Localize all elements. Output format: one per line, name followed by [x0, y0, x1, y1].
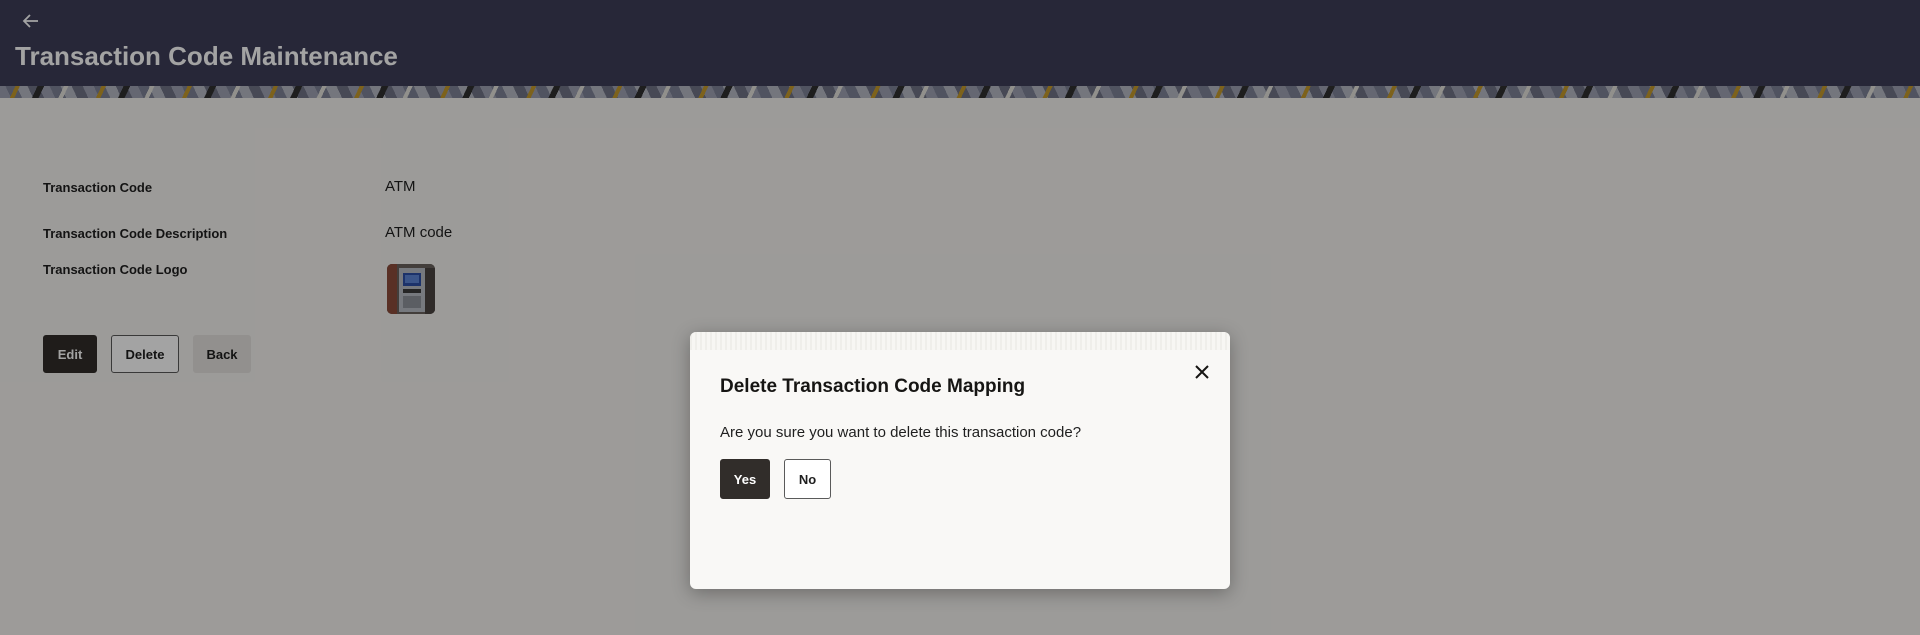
dialog-title: Delete Transaction Code Mapping: [720, 376, 1026, 397]
delete-confirmation-dialog: Delete Transaction Code Mapping Are you …: [690, 332, 1230, 589]
dialog-message: Are you sure you want to delete this tra…: [720, 424, 1082, 441]
yes-button[interactable]: Yes: [720, 459, 770, 499]
close-icon[interactable]: [1192, 362, 1212, 382]
no-button[interactable]: No: [784, 459, 831, 499]
dialog-top-texture: [690, 332, 1230, 350]
